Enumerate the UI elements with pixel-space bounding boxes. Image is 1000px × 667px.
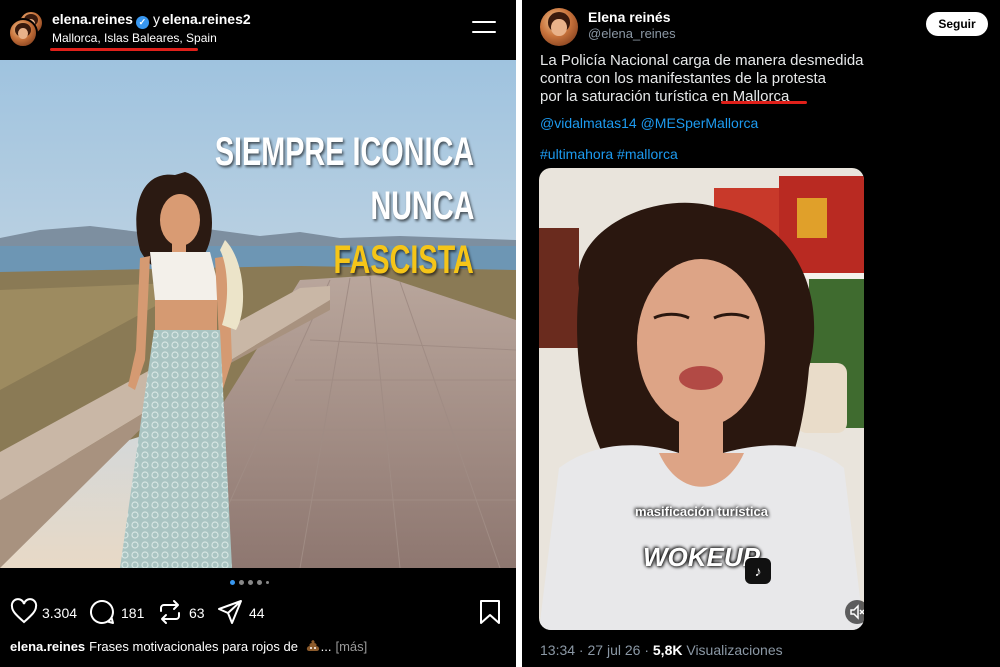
bookmark-icon[interactable] (476, 598, 504, 626)
caption-text: Frases motivacionales para rojos de (89, 639, 298, 654)
poop-emoji-icon (306, 640, 319, 651)
comment-icon[interactable] (88, 598, 116, 626)
menu-icon[interactable] (472, 20, 496, 34)
tweet-time[interactable]: 13:34 (540, 642, 575, 658)
like-count[interactable]: 3.304 (42, 605, 77, 621)
tweet-text-line-2: contra con los manifestantes de la prote… (540, 70, 826, 87)
tweet-text: La Policía Nacional carga de manera desm… (540, 52, 980, 106)
carousel-dot (230, 580, 235, 585)
collaborator-username[interactable]: elena.reines2 (162, 11, 251, 27)
follow-button[interactable]: Seguir (926, 12, 988, 36)
location-highlight-underline (50, 48, 198, 51)
mute-button[interactable] (845, 600, 864, 624)
tiktok-logo-icon: ♪ (745, 558, 771, 584)
post-location[interactable]: Mallorca, Islas Baleares, Spain (52, 31, 217, 45)
post-photo[interactable]: SIEMPRE ICONICA NUNCA FASCISTA (0, 60, 516, 568)
video-subtitle-small: masificación turística (635, 504, 768, 519)
overlay-line-3: FASCISTA (333, 238, 474, 282)
speaker-muted-icon (850, 604, 864, 620)
carousel-dot (266, 581, 269, 584)
tweet-author-handle[interactable]: @elena_reines (588, 26, 676, 41)
tweet-text-line-1: La Policía Nacional carga de manera desm… (540, 52, 864, 69)
tweet-text-line-3a: por la saturación turística (540, 88, 712, 105)
video-subtitle-big: WOKEUP (643, 542, 760, 572)
carousel-dot (239, 580, 244, 585)
post-header: elena.reines ✓ y elena.reines2 Mallorca, Is… (0, 0, 516, 60)
post-authors: elena.reines ✓ y elena.reines2 (52, 11, 251, 29)
instagram-post: elena.reines ✓ y elena.reines2 Mallorca, Is… (0, 0, 516, 667)
twitter-post: Elena reinés @elena_reines Seguir La Pol… (522, 0, 1000, 667)
verified-badge-icon: ✓ (135, 16, 149, 29)
mallorca-highlight-underline (721, 101, 807, 104)
overlay-line-2: NUNCA (370, 184, 474, 228)
caption-more-link[interactable]: [más] (335, 639, 367, 654)
caption-username[interactable]: elena.reines (10, 639, 85, 654)
tweet-date[interactable]: 27 jul 26 (588, 642, 641, 658)
repost-count[interactable]: 63 (189, 605, 205, 621)
like-heart-icon[interactable] (10, 598, 38, 626)
carousel-dot (248, 580, 253, 585)
tweet-video[interactable]: masificación turística WOKEUP ♪ (539, 168, 864, 630)
carousel-dot (257, 580, 262, 585)
author-avatar[interactable] (8, 18, 38, 48)
authors-joiner: y (152, 11, 160, 27)
tweet-author-avatar[interactable] (540, 8, 578, 46)
tweet-hashtags[interactable]: #ultimahora #mallorca (540, 146, 678, 162)
action-bar: 3.304 181 63 44 (0, 596, 516, 628)
overlay-line-1: SIEMPRE ICONICA (214, 130, 474, 174)
share-count[interactable]: 44 (249, 605, 265, 621)
tweet-mentions[interactable]: @vidalmatas14 @MESperMallorca (540, 115, 758, 131)
tweet-views-label: Visualizaciones (686, 642, 783, 658)
tweet-author-name[interactable]: Elena reinés (588, 9, 671, 25)
author-username[interactable]: elena.reines (52, 11, 133, 27)
tweet-meta: 13:34 · 27 jul 26 · 5,8K Visualizaciones (540, 642, 783, 658)
share-send-icon[interactable] (216, 598, 244, 626)
tweet-views-count: 5,8K (652, 642, 683, 658)
repost-icon[interactable] (156, 598, 184, 626)
caption-ellipsis: ... (320, 639, 332, 654)
comment-count[interactable]: 181 (121, 605, 144, 621)
post-caption: elena.reines Frases motivacionales para r… (10, 639, 367, 654)
